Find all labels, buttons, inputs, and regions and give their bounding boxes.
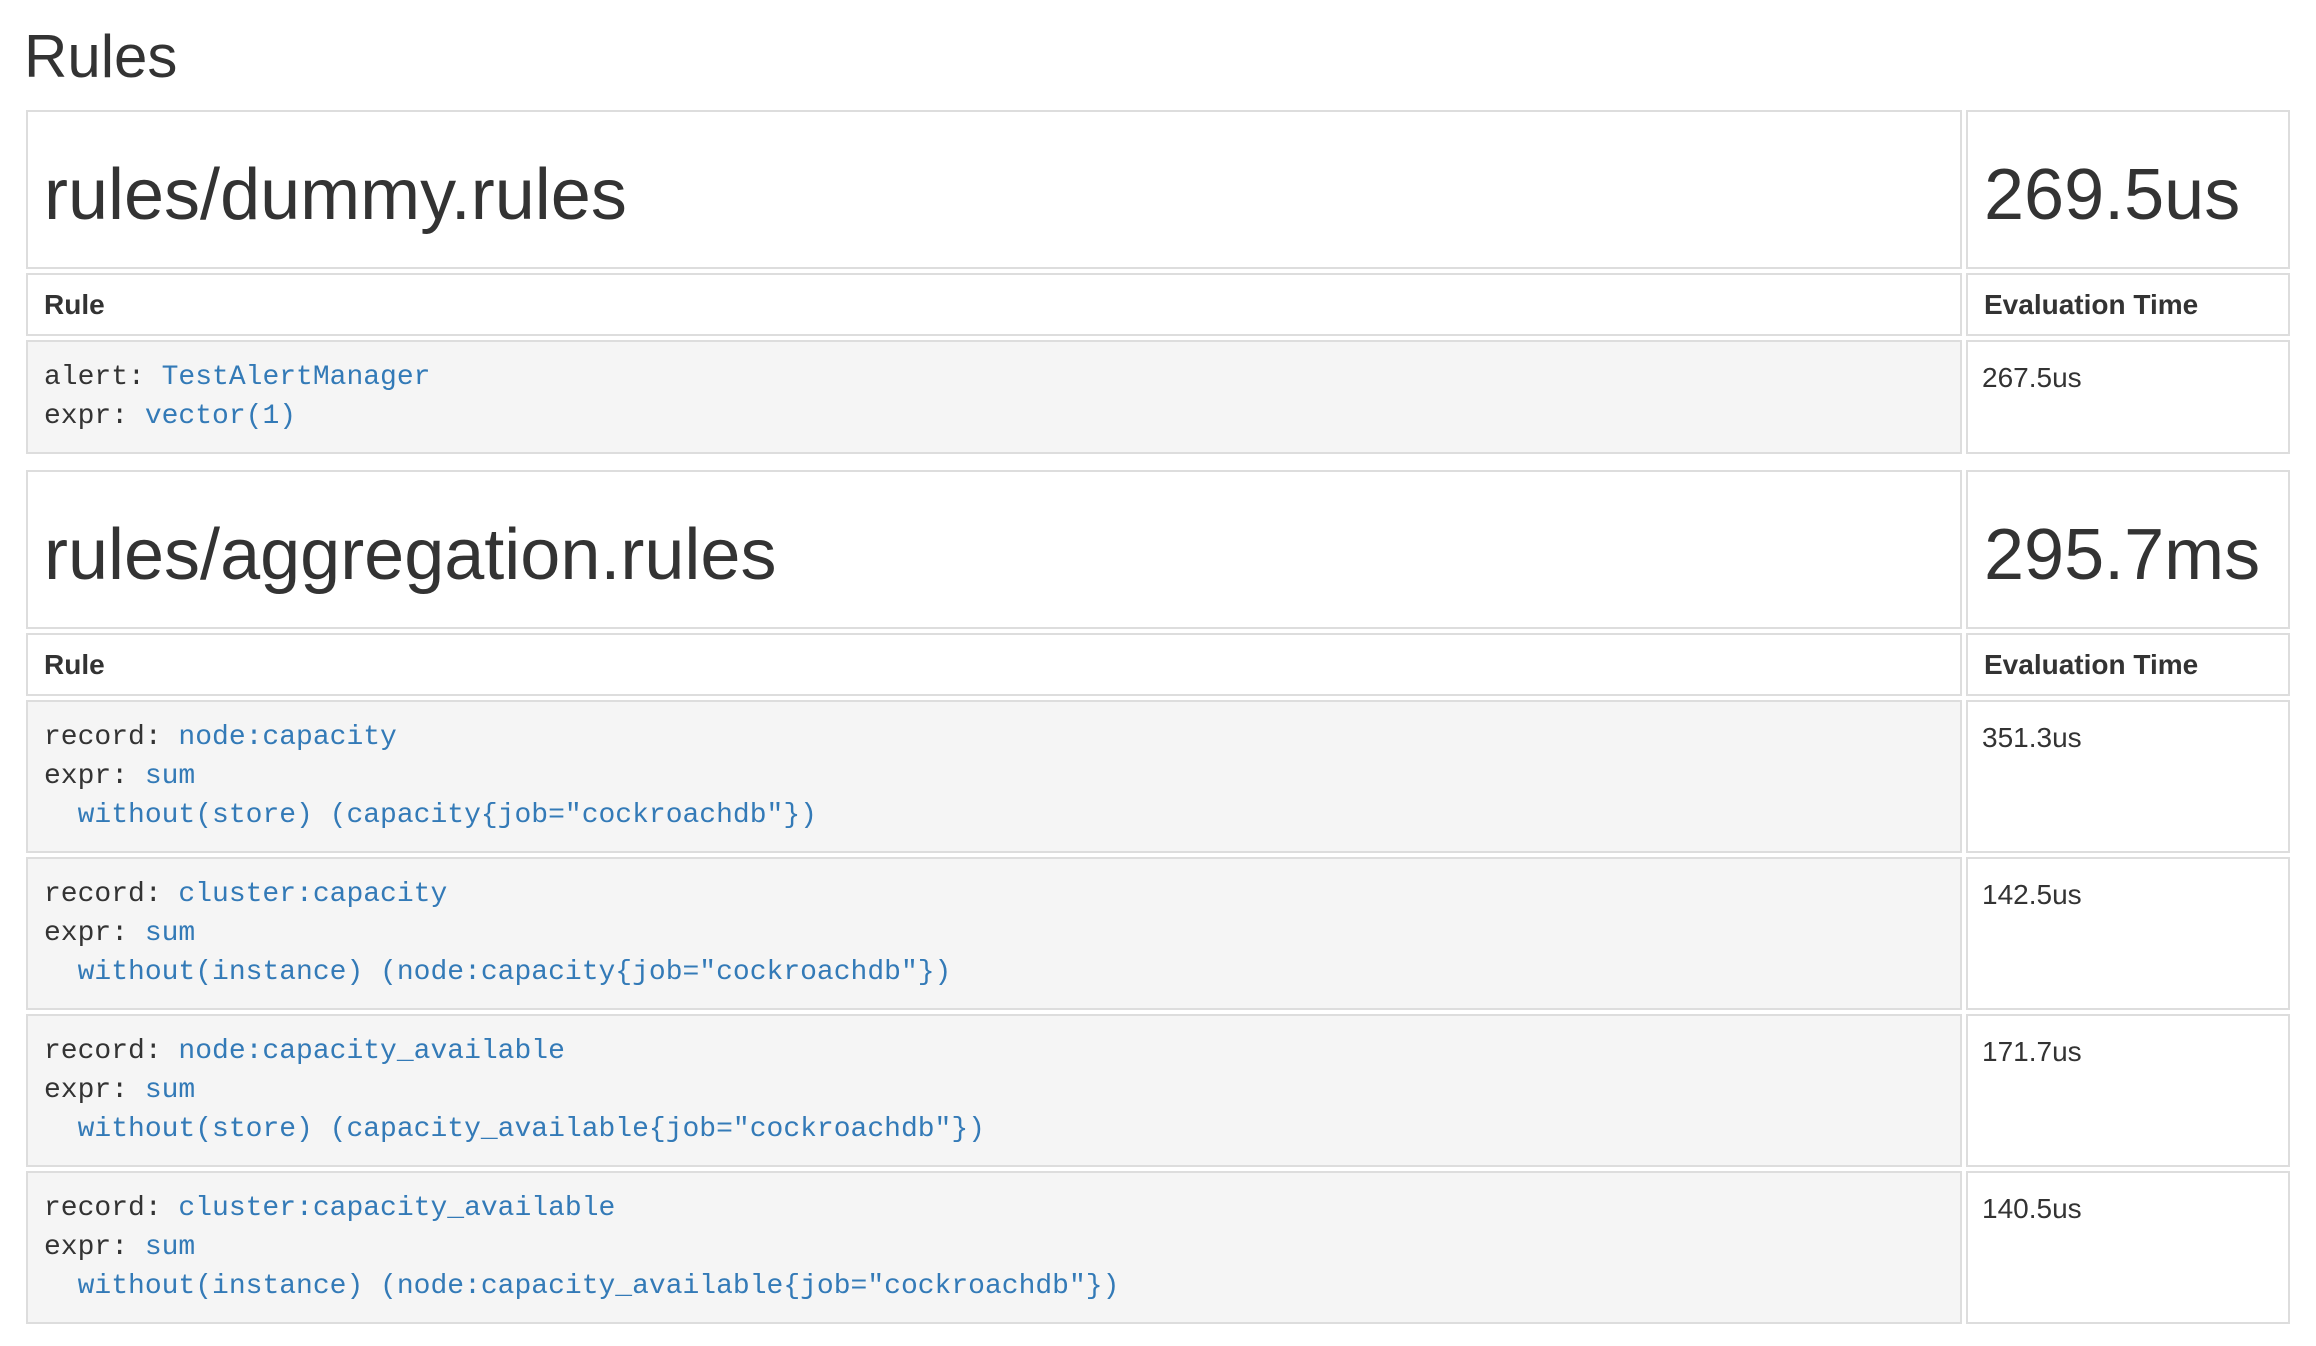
group-file-cell: rules/aggregation.rules xyxy=(26,470,1962,629)
rule-groups: rules/dummy.rules 269.5us Rule Evaluatio… xyxy=(22,106,2294,1328)
time-column-header: Evaluation Time xyxy=(1966,633,2290,696)
rule-expr-label: expr: xyxy=(44,401,145,432)
rule-expr-label: expr: xyxy=(44,1232,145,1263)
rule-evaluation-time: 267.5us xyxy=(1966,340,2290,454)
group-evaluation-time-cell: 269.5us xyxy=(1966,110,2290,269)
group-header-row: rules/aggregation.rules 295.7ms xyxy=(26,470,2290,629)
rule-code: record: cluster:capacity expr: sum witho… xyxy=(44,875,1944,992)
column-header-row: Rule Evaluation Time xyxy=(26,273,2290,336)
rule-kind-label: record: xyxy=(44,879,178,910)
rule-definition-cell: record: node:capacity expr: sum without(… xyxy=(26,700,1962,853)
rule-code: record: node:capacity_available expr: su… xyxy=(44,1032,1944,1149)
rule-name-link[interactable]: cluster:capacity_available xyxy=(178,1193,615,1224)
rule-expr-link[interactable]: sum without(instance) (node:capacity_ava… xyxy=(44,1232,1119,1302)
rule-name-link[interactable]: node:capacity_available xyxy=(178,1036,564,1067)
group-evaluation-time: 269.5us xyxy=(1984,156,2272,235)
rule-group-table: rules/aggregation.rules 295.7ms Rule Eva… xyxy=(22,466,2294,1328)
rule-row: alert: TestAlertManager expr: vector(1) … xyxy=(26,340,2290,454)
rule-expr-label: expr: xyxy=(44,761,145,792)
rule-evaluation-time: 142.5us xyxy=(1966,857,2290,1010)
rule-row: record: node:capacity_available expr: su… xyxy=(26,1014,2290,1167)
rule-expr-label: expr: xyxy=(44,1075,145,1106)
rule-column-header: Rule xyxy=(26,633,1962,696)
rule-name-link[interactable]: cluster:capacity xyxy=(178,879,447,910)
rule-kind-label: record: xyxy=(44,1193,178,1224)
rule-row: record: node:capacity expr: sum without(… xyxy=(26,700,2290,853)
rule-expr-link[interactable]: sum without(store) (capacity_available{j… xyxy=(44,1075,985,1145)
rule-evaluation-time: 171.7us xyxy=(1966,1014,2290,1167)
rules-page: Rules rules/dummy.rules 269.5us Rule Eva… xyxy=(0,24,2316,1328)
group-evaluation-time: 295.7ms xyxy=(1984,516,2272,595)
column-header-row: Rule Evaluation Time xyxy=(26,633,2290,696)
time-column-header: Evaluation Time xyxy=(1966,273,2290,336)
rule-definition-cell: alert: TestAlertManager expr: vector(1) xyxy=(26,340,1962,454)
rule-row: record: cluster:capacity expr: sum witho… xyxy=(26,857,2290,1010)
rule-definition-cell: record: cluster:capacity_available expr:… xyxy=(26,1171,1962,1324)
group-file-title: rules/dummy.rules xyxy=(44,156,1944,235)
rule-evaluation-time: 140.5us xyxy=(1966,1171,2290,1324)
rule-kind-label: record: xyxy=(44,1036,178,1067)
rule-row: record: cluster:capacity_available expr:… xyxy=(26,1171,2290,1324)
group-file-title: rules/aggregation.rules xyxy=(44,516,1944,595)
rule-expr-link[interactable]: sum without(store) (capacity{job="cockro… xyxy=(44,761,817,831)
rule-definition-cell: record: cluster:capacity expr: sum witho… xyxy=(26,857,1962,1010)
rule-expr-link[interactable]: sum without(instance) (node:capacity{job… xyxy=(44,918,951,988)
group-header-row: rules/dummy.rules 269.5us xyxy=(26,110,2290,269)
rule-expr-link[interactable]: vector(1) xyxy=(145,401,296,432)
rule-definition-cell: record: node:capacity_available expr: su… xyxy=(26,1014,1962,1167)
rule-group-table: rules/dummy.rules 269.5us Rule Evaluatio… xyxy=(22,106,2294,458)
rule-kind-label: alert: xyxy=(44,362,162,393)
page-title: Rules xyxy=(24,24,2294,90)
rule-code: record: node:capacity expr: sum without(… xyxy=(44,718,1944,835)
group-evaluation-time-cell: 295.7ms xyxy=(1966,470,2290,629)
rule-code: alert: TestAlertManager expr: vector(1) xyxy=(44,358,1944,436)
rule-name-link[interactable]: TestAlertManager xyxy=(162,362,431,393)
group-file-cell: rules/dummy.rules xyxy=(26,110,1962,269)
rule-expr-label: expr: xyxy=(44,918,145,949)
rule-code: record: cluster:capacity_available expr:… xyxy=(44,1189,1944,1306)
rule-kind-label: record: xyxy=(44,722,178,753)
rule-name-link[interactable]: node:capacity xyxy=(178,722,396,753)
rule-evaluation-time: 351.3us xyxy=(1966,700,2290,853)
rule-column-header: Rule xyxy=(26,273,1962,336)
